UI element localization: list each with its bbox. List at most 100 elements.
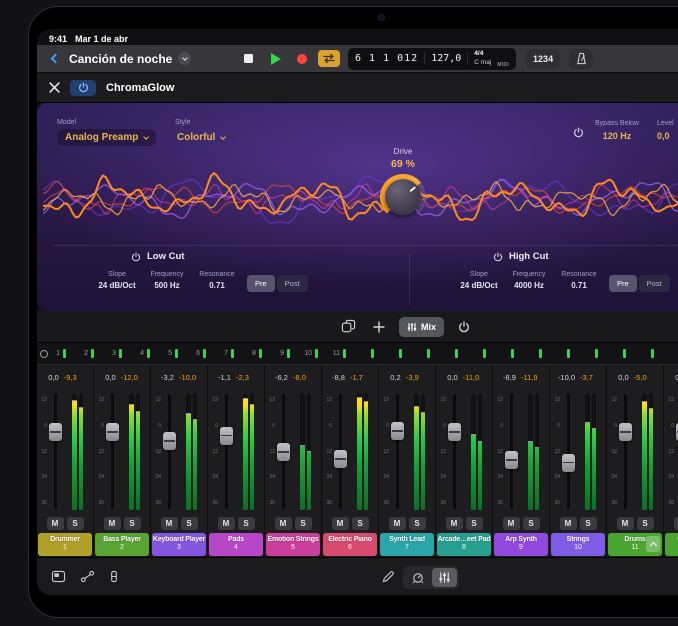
model-selector[interactable]: Model Analog Preamp: [57, 119, 156, 146]
play-button[interactable]: [264, 48, 286, 70]
resonance-control[interactable]: Resonance 0.71: [197, 271, 237, 290]
mute-button[interactable]: M: [104, 517, 121, 530]
mute-button[interactable]: M: [389, 517, 406, 530]
mute-button[interactable]: M: [275, 517, 292, 530]
fader-handle[interactable]: [391, 422, 404, 440]
tempo-readout[interactable]: 127,0: [431, 53, 461, 64]
fader-handle[interactable]: [505, 451, 518, 469]
post-button[interactable]: Post: [639, 275, 670, 292]
solo-button[interactable]: S: [466, 517, 483, 530]
fader-track[interactable]: [225, 394, 228, 509]
close-icon[interactable]: [49, 82, 60, 93]
solo-button[interactable]: S: [124, 517, 141, 530]
mute-button[interactable]: M: [503, 517, 520, 530]
fader-handle[interactable]: [49, 423, 62, 441]
stop-button[interactable]: [237, 48, 259, 70]
track-name-tab[interactable]: Bass Player 2: [95, 533, 149, 556]
faders-view-button[interactable]: [432, 568, 457, 587]
level-control[interactable]: Level 0,0: [657, 120, 678, 141]
fader-track[interactable]: [624, 394, 627, 509]
playhead-position[interactable]: 6 1 1 012: [355, 53, 418, 64]
song-menu-button[interactable]: [178, 52, 191, 65]
plugin-power-button[interactable]: [70, 80, 96, 96]
solo-button[interactable]: S: [580, 517, 597, 530]
frequency-control[interactable]: Frequency 500 Hz: [147, 271, 187, 290]
fader-handle[interactable]: [619, 423, 632, 441]
track-name-tab[interactable]: Emotion Strings 5: [266, 533, 320, 556]
style-selector[interactable]: Style Colorful: [175, 119, 227, 146]
track-name-tab[interactable]: Drummer 1: [38, 533, 92, 556]
solo-button[interactable]: S: [409, 517, 426, 530]
fader-track[interactable]: [396, 394, 399, 509]
drive-knob[interactable]: [380, 174, 426, 220]
resonance-value[interactable]: 0.71: [559, 281, 599, 290]
track-name-tab[interactable]: Pads 4: [209, 533, 263, 556]
fader-track[interactable]: [168, 394, 171, 509]
track-name-tab[interactable]: Strings 10: [551, 533, 605, 556]
signature-block[interactable]: 4/4 C maj: [474, 51, 491, 66]
resonance-control[interactable]: Resonance 0.71: [559, 271, 599, 290]
channel-power-button[interactable]: [453, 316, 475, 338]
slope-control[interactable]: Slope 24 dB/Oct: [459, 271, 499, 290]
mute-button[interactable]: M: [446, 517, 463, 530]
fader-view-button[interactable]: [109, 570, 119, 583]
fader-track[interactable]: [510, 394, 513, 509]
slope-value[interactable]: 24 dB/Oct: [97, 281, 137, 290]
track-name-tab[interactable]: Keyboard Player 3: [152, 533, 206, 556]
back-button[interactable]: [45, 50, 63, 68]
fader-track[interactable]: [339, 394, 342, 509]
model-value[interactable]: Analog Preamp: [65, 132, 138, 143]
solo-button[interactable]: S: [637, 517, 654, 530]
record-button[interactable]: [291, 48, 313, 70]
frequency-control[interactable]: Frequency 4000 Hz: [509, 271, 549, 290]
knobs-view-button[interactable]: [405, 568, 430, 587]
fader-handle[interactable]: [106, 423, 119, 441]
collapse-button[interactable]: [646, 536, 660, 552]
slope-control[interactable]: Slope 24 dB/Oct: [97, 271, 137, 290]
mute-button[interactable]: M: [161, 517, 178, 530]
fader-track[interactable]: [453, 394, 456, 509]
frequency-value[interactable]: 500 Hz: [147, 281, 187, 290]
timeline-ruler[interactable]: 1234567891011: [37, 343, 678, 365]
solo-button[interactable]: S: [238, 517, 255, 530]
fader-handle[interactable]: [334, 450, 347, 468]
solo-button[interactable]: S: [523, 517, 540, 530]
mute-button[interactable]: M: [560, 517, 577, 530]
fader-handle[interactable]: [448, 423, 461, 441]
mute-button[interactable]: M: [674, 517, 678, 530]
pre-button[interactable]: Pre: [247, 275, 275, 292]
plugin-tiles-button[interactable]: [337, 316, 359, 338]
metronome-button[interactable]: [569, 49, 593, 69]
mute-button[interactable]: M: [332, 517, 349, 530]
resonance-value[interactable]: 0.71: [197, 281, 237, 290]
pre-button[interactable]: Pre: [609, 275, 637, 292]
mute-button[interactable]: M: [617, 517, 634, 530]
mute-button[interactable]: M: [47, 517, 64, 530]
solo-button[interactable]: S: [295, 517, 312, 530]
solo-button[interactable]: S: [67, 517, 84, 530]
fader-handle[interactable]: [562, 454, 575, 472]
track-name-tab[interactable]: Electric Piano 6: [323, 533, 377, 556]
fader-track[interactable]: [111, 394, 114, 509]
count-in-button[interactable]: 1234: [526, 49, 560, 69]
solo-button[interactable]: S: [181, 517, 198, 530]
power-icon[interactable]: [493, 252, 503, 262]
fader-track[interactable]: [282, 394, 285, 509]
mute-button[interactable]: M: [218, 517, 235, 530]
lcd-display[interactable]: 6 1 1 012 127,0 4/4 C maj MIDI: [348, 48, 516, 70]
fader-handle[interactable]: [163, 432, 176, 450]
routing-button[interactable]: [80, 570, 95, 583]
mix-view-button[interactable]: Mix: [399, 317, 444, 337]
level-value[interactable]: 0,0: [657, 131, 678, 141]
solo-button[interactable]: S: [352, 517, 369, 530]
track-name-tab[interactable]: Drums 11: [608, 533, 662, 556]
add-plugin-button[interactable]: [368, 316, 390, 338]
fader-handle[interactable]: [277, 443, 290, 461]
slope-value[interactable]: 24 dB/Oct: [459, 281, 499, 290]
song-title[interactable]: Canción de noche: [69, 52, 172, 66]
edit-pencil-button[interactable]: [381, 570, 395, 589]
bypass-below-control[interactable]: Bypass Below 120 Hz: [593, 120, 641, 141]
frequency-value[interactable]: 4000 Hz: [509, 281, 549, 290]
fader-handle[interactable]: [220, 427, 233, 445]
fader-track[interactable]: [567, 394, 570, 509]
